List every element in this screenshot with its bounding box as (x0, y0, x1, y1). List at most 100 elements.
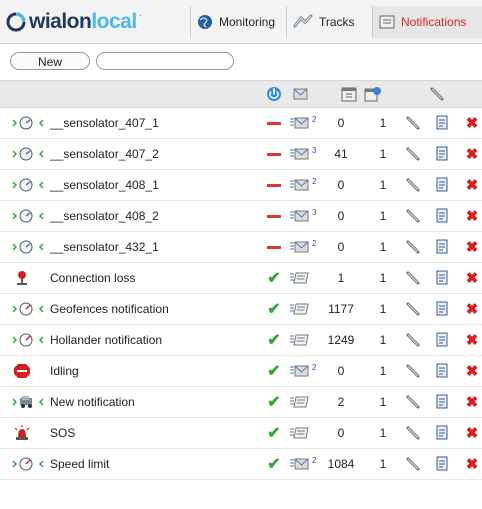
disabled-dash-icon[interactable] (264, 232, 284, 262)
notification-name[interactable]: Idling (50, 356, 220, 386)
max-triggers: 1 (379, 457, 387, 471)
edit-wrench-icon[interactable] (404, 449, 424, 479)
tab-notifications[interactable]: Notifications (372, 6, 482, 38)
power-icon[interactable] (266, 86, 282, 102)
calendar-icon[interactable] (341, 86, 357, 102)
notification-name[interactable]: Speed limit (50, 449, 220, 479)
speed-gauge-icon (12, 325, 44, 355)
delete-icon[interactable]: ✖ (462, 356, 482, 386)
search-input[interactable] (96, 52, 234, 70)
notification-row[interactable]: __sensolator_407_2 3 41 1 ✖ (0, 139, 482, 170)
calendar-settings-icon[interactable] (364, 86, 382, 102)
copy-icon[interactable] (432, 232, 452, 262)
wialon-logo[interactable]: wialonlocal · (6, 8, 142, 36)
delete-icon[interactable]: ✖ (462, 418, 482, 448)
delete-icon[interactable]: ✖ (462, 325, 482, 355)
edit-wrench-icon[interactable] (404, 356, 424, 386)
max-triggers: 1 (379, 147, 387, 161)
notification-name[interactable]: __sensolator_408_1 (50, 170, 220, 200)
edit-wrench-icon[interactable] (404, 387, 424, 417)
enabled-check-icon[interactable]: ✔ (264, 263, 284, 293)
edit-wrench-icon[interactable] (404, 170, 424, 200)
edit-wrench-icon[interactable] (404, 325, 424, 355)
list-icon (289, 263, 323, 293)
trigger-count: 41 (334, 147, 348, 161)
edit-wrench-icon[interactable] (404, 201, 424, 231)
notification-row[interactable]: SOS ✔ 0 1 ✖ (0, 418, 482, 449)
edit-wrench-icon[interactable] (404, 232, 424, 262)
notification-row[interactable]: __sensolator_408_2 3 0 1 ✖ (0, 201, 482, 232)
notification-row[interactable]: Idling ✔ 2 0 1 ✖ (0, 356, 482, 387)
notification-name[interactable]: __sensolator_432_1 (50, 232, 220, 262)
notification-row[interactable]: Speed limit ✔ 2 1084 1 ✖ (0, 449, 482, 480)
notification-name[interactable]: __sensolator_408_2 (50, 201, 220, 231)
notification-row[interactable]: __sensolator_408_1 2 0 1 ✖ (0, 170, 482, 201)
tab-monitoring[interactable]: Monitoring (190, 6, 286, 38)
notification-name[interactable]: __sensolator_407_1 (50, 108, 220, 138)
copy-icon[interactable] (432, 294, 452, 324)
notification-name[interactable]: __sensolator_407_2 (50, 139, 220, 169)
notification-type-icon[interactable] (290, 86, 310, 102)
globe-icon (198, 15, 212, 29)
notification-name[interactable]: Geofences notification (50, 294, 220, 324)
tab-tracks[interactable]: Tracks (286, 6, 372, 38)
copy-icon[interactable] (432, 418, 452, 448)
delete-icon[interactable]: ✖ (462, 263, 482, 293)
copy-icon[interactable] (432, 325, 452, 355)
trigger-count: 0 (337, 178, 345, 192)
delete-icon[interactable]: ✖ (462, 387, 482, 417)
disabled-dash-icon[interactable] (264, 201, 284, 231)
notification-row[interactable]: __sensolator_407_1 2 0 1 ✖ (0, 108, 482, 139)
copy-icon[interactable] (432, 139, 452, 169)
max-triggers: 1 (379, 209, 387, 223)
wrench-icon[interactable] (430, 86, 446, 102)
edit-wrench-icon[interactable] (404, 108, 424, 138)
delete-icon[interactable]: ✖ (462, 139, 482, 169)
disabled-dash-icon[interactable] (264, 108, 284, 138)
disabled-dash-icon[interactable] (264, 170, 284, 200)
sos-siren-icon (12, 418, 44, 448)
type-count: 3 (312, 208, 317, 217)
copy-icon[interactable] (432, 170, 452, 200)
enabled-check-icon[interactable]: ✔ (264, 449, 284, 479)
notification-row[interactable]: Geofences notification ✔ 1177 1 ✖ (0, 294, 482, 325)
notification-row[interactable]: Connection loss ✔ 1 1 ✖ (0, 263, 482, 294)
enabled-check-icon[interactable]: ✔ (264, 418, 284, 448)
enabled-check-icon[interactable]: ✔ (264, 294, 284, 324)
delete-icon[interactable]: ✖ (462, 232, 482, 262)
sensor-gauge-icon (12, 170, 44, 200)
copy-icon[interactable] (432, 449, 452, 479)
notification-row[interactable]: Hollander notification ✔ 1249 1 ✖ (0, 325, 482, 356)
copy-icon[interactable] (432, 356, 452, 386)
delete-icon[interactable]: ✖ (462, 108, 482, 138)
delete-icon[interactable]: ✖ (462, 449, 482, 479)
notification-name[interactable]: Hollander notification (50, 325, 220, 355)
trigger-count: 0 (337, 209, 345, 223)
sensor-gauge-icon (12, 108, 44, 138)
edit-wrench-icon[interactable] (404, 139, 424, 169)
edit-wrench-icon[interactable] (404, 294, 424, 324)
copy-icon[interactable] (432, 201, 452, 231)
enabled-check-icon[interactable]: ✔ (264, 356, 284, 386)
table-header (0, 80, 482, 108)
new-button[interactable]: New (10, 52, 90, 70)
notification-name[interactable]: SOS (50, 418, 220, 448)
notification-row[interactable]: New notification ✔ 2 1 ✖ (0, 387, 482, 418)
enabled-check-icon[interactable]: ✔ (264, 325, 284, 355)
edit-wrench-icon[interactable] (404, 263, 424, 293)
copy-icon[interactable] (432, 108, 452, 138)
logo-text-primary: wialon (29, 10, 92, 33)
enabled-check-icon[interactable]: ✔ (264, 387, 284, 417)
delete-icon[interactable]: ✖ (462, 170, 482, 200)
edit-wrench-icon[interactable] (404, 418, 424, 448)
notification-row[interactable]: __sensolator_432_1 2 0 1 ✖ (0, 232, 482, 263)
copy-icon[interactable] (432, 263, 452, 293)
delete-icon[interactable]: ✖ (462, 294, 482, 324)
stop-sign-icon (12, 356, 44, 386)
sensor-gauge-icon (12, 201, 44, 231)
notification-name[interactable]: Connection loss (50, 263, 220, 293)
copy-icon[interactable] (432, 387, 452, 417)
delete-icon[interactable]: ✖ (462, 201, 482, 231)
disabled-dash-icon[interactable] (264, 139, 284, 169)
notification-name[interactable]: New notification (50, 387, 220, 417)
